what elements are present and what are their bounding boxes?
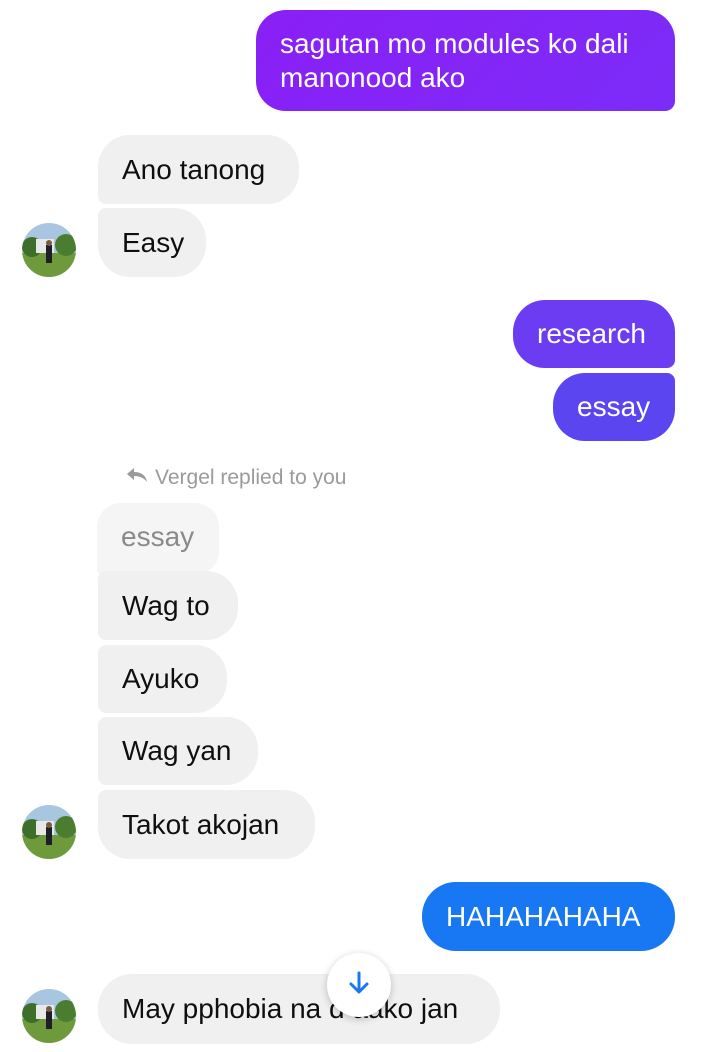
message-text: Easy xyxy=(122,226,185,258)
reply-arrow-icon xyxy=(125,466,149,490)
incoming-message-bubble[interactable]: Wag yan xyxy=(98,717,258,785)
message-text: May pphobia na d aako jan xyxy=(122,993,459,1024)
message-text: Takot akojan xyxy=(122,808,280,840)
incoming-message-bubble[interactable]: Ayuko xyxy=(98,645,227,713)
quoted-text: essay xyxy=(121,521,195,552)
contact-avatar[interactable] xyxy=(22,989,76,1043)
incoming-message-bubble[interactable]: Easy xyxy=(98,208,206,277)
outgoing-message-bubble[interactable]: research xyxy=(513,300,675,368)
contact-avatar[interactable] xyxy=(22,805,76,859)
quoted-message[interactable]: essay xyxy=(97,503,219,575)
arrow-down-icon xyxy=(345,969,373,1002)
message-text: Ano tanong xyxy=(122,153,266,185)
reply-indicator: Vergel replied to you xyxy=(125,466,346,490)
message-text: HAHAHAHAHA xyxy=(446,900,641,932)
outgoing-message-bubble[interactable]: sagutan mo modules ko dali manonood ako xyxy=(256,10,675,111)
outgoing-message-bubble[interactable]: essay xyxy=(553,373,675,441)
incoming-message-bubble[interactable]: Wag to xyxy=(98,571,238,640)
message-text: Wag yan xyxy=(122,735,232,766)
message-text: Wag to xyxy=(122,589,210,621)
outgoing-message-bubble[interactable]: HAHAHAHAHA xyxy=(422,882,675,951)
scroll-to-bottom-button[interactable] xyxy=(327,953,391,1017)
incoming-message-bubble[interactable]: Ano tanong xyxy=(98,135,299,204)
message-text: research xyxy=(537,318,646,349)
message-text: Ayuko xyxy=(122,663,200,694)
message-text: sagutan mo modules ko dali manonood ako xyxy=(280,27,629,93)
contact-avatar[interactable] xyxy=(22,223,76,277)
incoming-message-bubble[interactable]: Takot akojan xyxy=(98,790,315,859)
reply-label-text: Vergel replied to you xyxy=(155,466,347,489)
message-text: essay xyxy=(577,391,651,422)
incoming-message-bubble[interactable]: May pphobia na d aako jan xyxy=(98,974,500,1044)
